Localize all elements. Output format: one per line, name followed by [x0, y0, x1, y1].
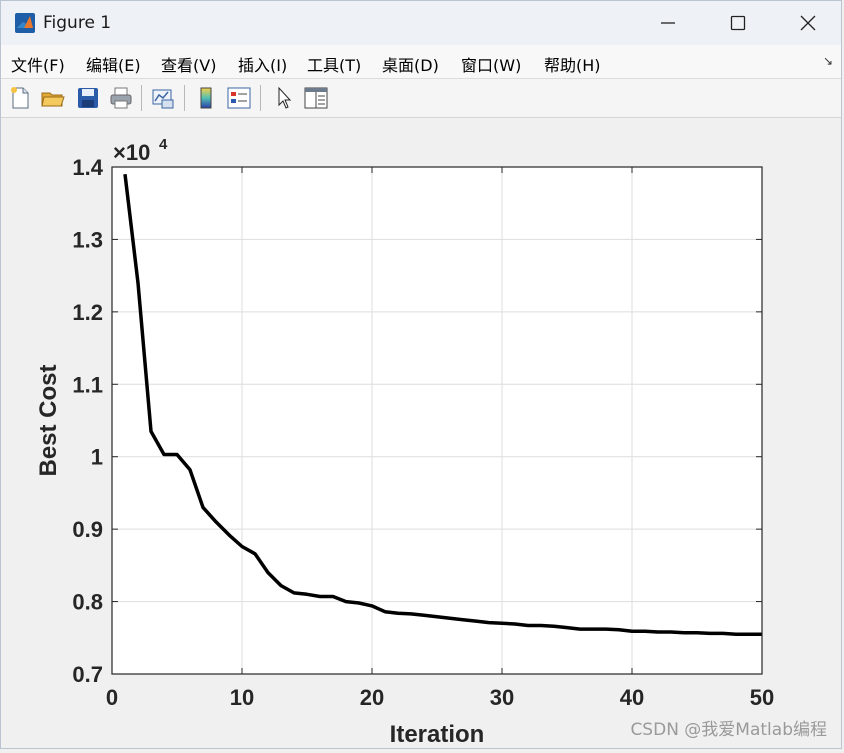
- close-icon: [800, 15, 816, 31]
- watermark-text: CSDN @我爱Matlab编程: [630, 720, 827, 740]
- menu-bar: 文件(F) 编辑(E) 查看(V) 插入(I) 工具(T) 桌面(D) 窗口(W…: [1, 45, 841, 79]
- toolbar-separator: [141, 85, 142, 111]
- menu-help[interactable]: 帮助(H): [544, 52, 601, 76]
- title-bar: Figure 1: [1, 1, 841, 45]
- print-icon[interactable]: [108, 85, 134, 111]
- menu-tools[interactable]: 工具(T): [307, 52, 361, 76]
- property-editor-icon[interactable]: [303, 85, 329, 111]
- window-title: Figure 1: [43, 13, 112, 33]
- x-axis-label: Iteration: [390, 721, 485, 748]
- new-figure-icon[interactable]: [7, 85, 33, 111]
- y-tick-label: 1.3: [72, 227, 103, 252]
- y-tick-label: 0.7: [72, 662, 103, 687]
- x-tick-label: 10: [230, 685, 254, 710]
- toolbar-separator: [260, 85, 261, 111]
- y-tick-label: 0.9: [72, 517, 103, 542]
- colorbar-icon[interactable]: [193, 85, 219, 111]
- y-tick-label: 0.8: [72, 590, 103, 615]
- plot-area: [112, 167, 762, 674]
- link-plot-icon[interactable]: [150, 85, 176, 111]
- toolbar-separator: [184, 85, 185, 111]
- x-tick-label: 40: [620, 685, 644, 710]
- open-file-icon[interactable]: [40, 85, 66, 111]
- pointer-icon[interactable]: [271, 85, 297, 111]
- figure-canvas: 0 10 20 30 40 50 0.7 0.8 0.9 1 1.1 1.2 1.3 1.4 ×10 4 Ite…: [3, 119, 841, 748]
- menu-window[interactable]: 窗口(W): [461, 52, 521, 76]
- menu-edit[interactable]: 编辑(E): [86, 52, 141, 76]
- y-tick-label: 1: [91, 445, 103, 470]
- close-button[interactable]: [773, 1, 843, 45]
- y-exponent-label: ×10: [113, 140, 150, 165]
- y-exponent-power: 4: [159, 136, 168, 153]
- y-tick-label: 1.4: [72, 155, 103, 180]
- line-chart: 0 10 20 30 40 50 0.7 0.8 0.9 1 1.1 1.2 1.3 1.4 ×10 4 Ite…: [35, 136, 774, 748]
- menu-view[interactable]: 查看(V): [161, 52, 216, 76]
- menu-file[interactable]: 文件(F): [11, 52, 65, 76]
- menu-desktop[interactable]: 桌面(D): [382, 52, 439, 76]
- maximize-button[interactable]: [703, 1, 773, 45]
- minimize-button[interactable]: [633, 1, 703, 45]
- y-tick-label: 1.2: [72, 300, 103, 325]
- maximize-icon: [730, 15, 746, 31]
- minimize-icon: [661, 22, 675, 24]
- x-tick-label: 30: [490, 685, 514, 710]
- x-tick-label: 0: [106, 685, 118, 710]
- y-tick-label: 1.1: [72, 372, 103, 397]
- y-axis-label: Best Cost: [35, 364, 62, 476]
- menu-insert[interactable]: 插入(I): [238, 52, 287, 76]
- x-tick-label: 20: [360, 685, 384, 710]
- undock-arrow-icon[interactable]: ↘: [823, 54, 833, 68]
- matlab-logo-icon: [15, 13, 35, 33]
- x-tick-label: 50: [750, 685, 774, 710]
- toolbar: [1, 79, 841, 118]
- legend-icon[interactable]: [226, 85, 252, 111]
- save-icon[interactable]: [75, 85, 101, 111]
- figure-window: Figure 1 文件(F) 编辑(E) 查看(V) 插入(I) 工具(T) 桌…: [0, 0, 842, 749]
